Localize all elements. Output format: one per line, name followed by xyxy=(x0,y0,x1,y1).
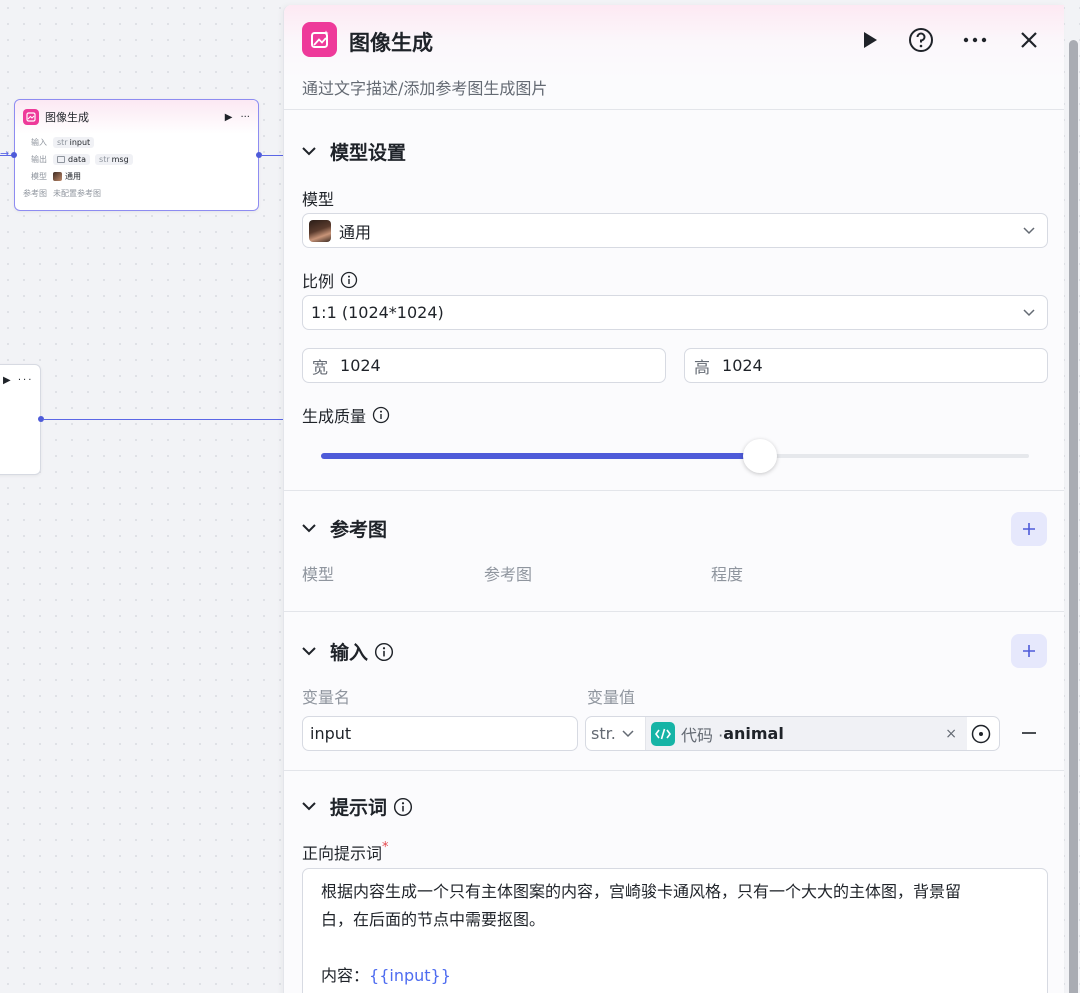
add-reference-button[interactable] xyxy=(1011,512,1047,546)
node-row-reference: 参考图 未配置参考图 xyxy=(23,189,101,198)
type-select[interactable]: str. xyxy=(586,717,646,750)
section-reference: 参考图 模型 参考图 程度 xyxy=(284,491,1064,612)
chevron-down-icon xyxy=(302,647,316,656)
edge-out xyxy=(262,155,284,156)
slider-fill xyxy=(321,453,760,459)
panel-title: 图像生成 xyxy=(349,31,433,55)
panel-header: 图像生成 通过文字描述/添加参考图生成图片 xyxy=(284,5,1064,110)
model-avatar xyxy=(53,172,62,181)
canvas-node-image-gen[interactable]: 图像生成 ▶ ··· 输入 str input 输出 data str msg 模型… xyxy=(14,99,259,211)
help-icon xyxy=(909,28,933,52)
play-icon xyxy=(864,32,877,48)
close-button[interactable] xyxy=(1014,25,1044,55)
column-header-degree: 程度 xyxy=(711,565,744,584)
model-select[interactable]: 通用 xyxy=(302,213,1048,248)
required-mark: * xyxy=(382,840,389,855)
info-icon[interactable] xyxy=(393,797,413,817)
column-header-reference: 参考图 xyxy=(484,565,533,584)
code-icon xyxy=(651,721,675,746)
info-icon[interactable] xyxy=(340,271,358,289)
width-input[interactable]: 宽 1024 xyxy=(302,348,666,383)
node-more-icon[interactable]: ··· xyxy=(240,112,250,123)
chevron-down-icon xyxy=(302,524,316,533)
column-header-model: 模型 xyxy=(302,565,335,584)
image-type-icon xyxy=(57,156,65,163)
chevron-down-icon xyxy=(1023,226,1035,235)
section-title: 模型设置 xyxy=(330,142,407,164)
arrow-icon: → xyxy=(0,147,10,160)
info-icon[interactable] xyxy=(372,406,390,424)
section-toggle-reference[interactable]: 参考图 xyxy=(302,515,387,542)
node-config-panel: 图像生成 通过文字描述/添加参考图生成图片 模型设置 模型 通用 比例 1:1 … xyxy=(283,5,1064,993)
remove-input-button[interactable] xyxy=(1020,724,1038,742)
node-input-port[interactable] xyxy=(11,152,17,158)
plus-icon xyxy=(1023,645,1035,657)
variable-value-field[interactable]: str. 代码 · animal × xyxy=(585,716,1000,751)
prompt-text-line: 根据内容生成一个只有主体图案的内容，宫崎骏卡通风格，只有一个大大的主体图，背景留 xyxy=(321,882,962,901)
section-toggle-input[interactable]: 输入 xyxy=(302,638,394,665)
section-toggle-model-settings[interactable]: 模型设置 xyxy=(302,138,406,165)
section-toggle-prompt[interactable]: 提示词 xyxy=(302,793,413,820)
section-title: 输入 xyxy=(330,642,369,664)
section-model-settings: 模型设置 模型 通用 比例 1:1 (1024*1024) 宽 1024 高 1… xyxy=(284,110,1064,491)
variable-reference-chip[interactable]: 代码 · animal × xyxy=(646,717,967,750)
ratio-select[interactable]: 1:1 (1024*1024) xyxy=(302,295,1048,330)
column-header-var-value: 变量值 xyxy=(587,688,636,707)
ratio-label: 比例 xyxy=(302,268,358,292)
variable-picker-icon[interactable] xyxy=(971,724,991,744)
prompt-text-line: 白，在后面的节点中需要抠图。 xyxy=(321,910,546,929)
model-avatar xyxy=(309,219,331,242)
section-title: 提示词 xyxy=(330,797,388,819)
clear-icon[interactable]: × xyxy=(945,726,957,742)
positive-prompt-textarea[interactable]: 根据内容生成一个只有主体图案的内容，宫崎骏卡通风格，只有一个大大的主体图，背景留… xyxy=(302,868,1048,993)
node-run-icon[interactable]: ▶ xyxy=(225,112,233,123)
node-row-model: 模型 通用 xyxy=(31,172,81,181)
slider-thumb[interactable] xyxy=(742,439,777,473)
panel-description: 通过文字描述/添加参考图生成图片 xyxy=(302,79,548,98)
node-row-input: 输入 str input xyxy=(15,134,258,151)
chevron-down-icon xyxy=(302,147,316,156)
variable-reference: {{input}} xyxy=(369,966,451,985)
add-input-button[interactable] xyxy=(1011,634,1047,668)
edge-left-node xyxy=(44,419,284,420)
canvas-node-left[interactable]: ▶ ··· xyxy=(0,364,41,475)
panel-scrollbar[interactable] xyxy=(1069,40,1078,993)
run-button[interactable] xyxy=(856,25,884,55)
image-gen-icon xyxy=(23,109,39,125)
node-row-output: 输出 data str msg xyxy=(15,151,258,168)
section-title: 参考图 xyxy=(330,519,388,541)
variable-name-input[interactable]: input xyxy=(302,716,578,751)
quality-slider[interactable] xyxy=(321,439,1029,473)
info-icon[interactable] xyxy=(374,642,394,662)
quality-label: 生成质量 xyxy=(302,403,390,427)
prompt-text-line: 内容：{{input}} xyxy=(321,966,451,985)
section-input: 输入 变量名 变量值 input str. 代码 · animal × xyxy=(284,612,1064,771)
help-button[interactable] xyxy=(906,25,936,55)
chevron-down-icon xyxy=(622,729,634,738)
model-label: 模型 xyxy=(302,190,335,209)
close-icon xyxy=(1021,32,1037,48)
more-icon xyxy=(963,37,987,43)
chevron-down-icon xyxy=(1023,308,1035,317)
plus-icon xyxy=(1023,523,1035,535)
section-prompt: 提示词 正向提示词 * 根据内容生成一个只有主体图案的内容，宫崎骏卡通风格，只有一… xyxy=(284,771,1064,993)
left-node-actions[interactable]: ▶ ··· xyxy=(0,365,40,386)
more-button[interactable] xyxy=(960,25,990,55)
image-gen-icon xyxy=(302,22,337,57)
height-input[interactable]: 高 1024 xyxy=(684,348,1048,383)
column-header-var-name: 变量名 xyxy=(302,688,351,707)
node-title: 图像生成 xyxy=(45,111,89,124)
chevron-down-icon xyxy=(302,802,316,811)
positive-prompt-label: 正向提示词 * xyxy=(302,840,389,863)
minus-icon xyxy=(1022,732,1036,734)
